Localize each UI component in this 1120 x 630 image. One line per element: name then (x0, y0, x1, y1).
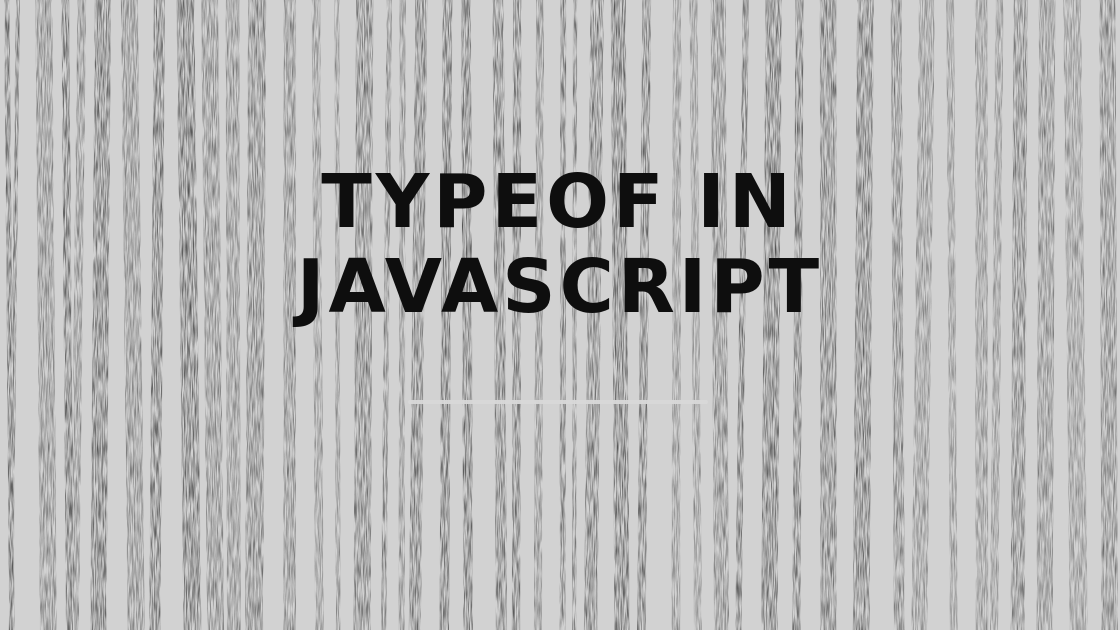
title: TYPEOF IN JAVASCRIPT (0, 158, 1120, 332)
banner: TYPEOF IN JAVASCRIPT (0, 0, 1120, 630)
title-line-1: TYPEOF IN (321, 159, 795, 245)
title-underline (408, 400, 708, 404)
title-line-2: JAVASCRIPT (296, 243, 824, 330)
